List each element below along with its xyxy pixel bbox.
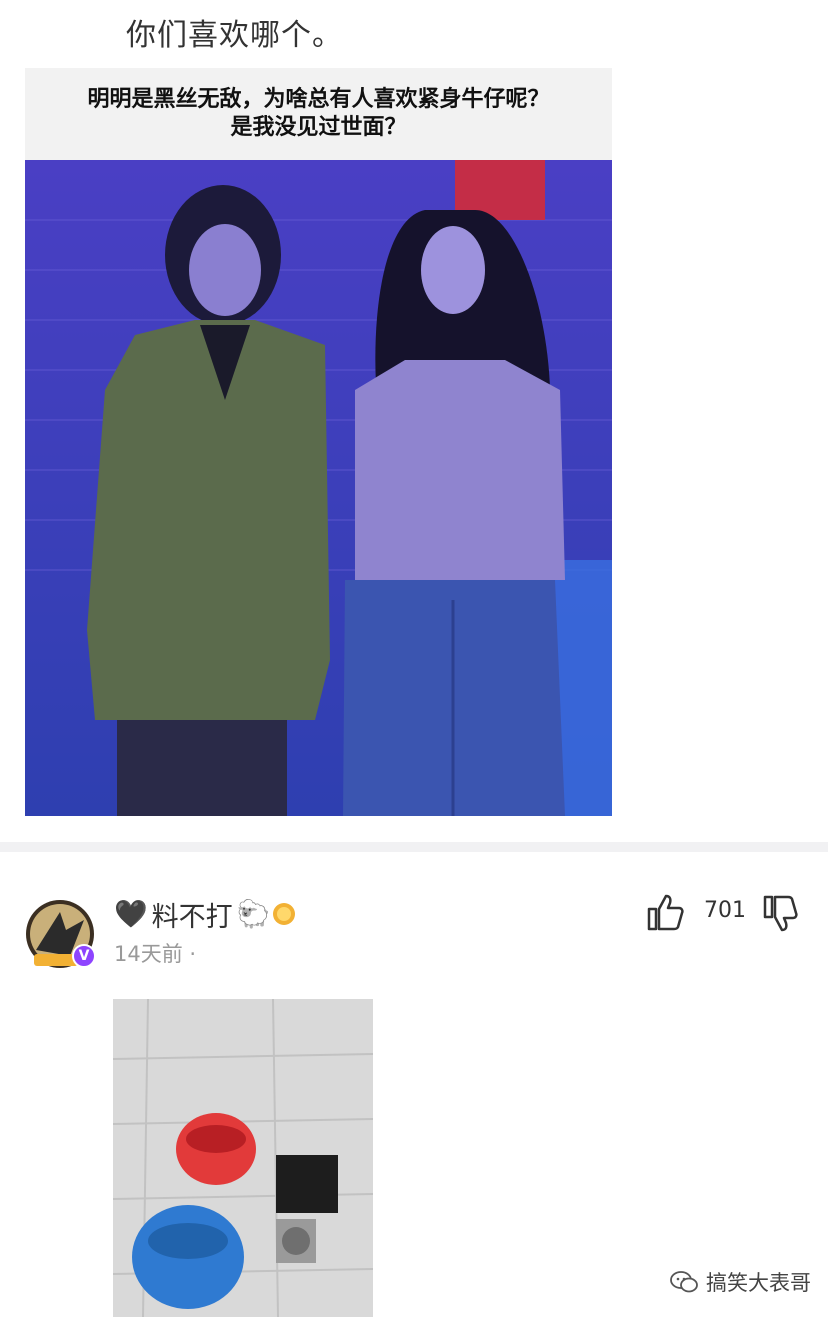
meme-caption-line1: 明明是黑丝无敌，为啥总有人喜欢紧身牛仔呢？ [87,87,550,112]
comment-image[interactable] [113,999,373,1317]
sheep-emoji: 🐑 [236,899,271,930]
username[interactable]: 料不打 [152,895,233,934]
wechat-icon [670,1271,698,1293]
thumbs-up-icon[interactable] [646,892,684,932]
comment-timestamp: 14天前 · [114,938,196,968]
watermark-text: 搞笑大表哥 [706,1271,811,1295]
comment-author[interactable]: 🖤 料不打 🐑 [114,895,296,934]
verified-badge-icon: V [72,944,96,968]
like-count: 701 [704,898,746,923]
post-text: 你们喜欢哪个。 [126,18,343,53]
section-divider [0,842,828,852]
meme-caption-line2: 是我没见过世面？ [230,115,407,140]
timestamp-text: 14天前 [114,942,183,966]
meme-photo [25,160,612,816]
post-image[interactable]: 明明是黑丝无敌，为啥总有人喜欢紧身牛仔呢？ 是我没见过世面？ [25,68,612,816]
medal-badge-icon [273,903,296,925]
heart-emoji: 🖤 [114,899,148,930]
thumbs-down-icon[interactable] [762,894,798,934]
timestamp-dot: · [189,942,197,966]
watermark: 搞笑大表哥 [670,1267,811,1297]
meme-caption: 明明是黑丝无敌，为啥总有人喜欢紧身牛仔呢？ 是我没见过世面？ [25,68,612,160]
